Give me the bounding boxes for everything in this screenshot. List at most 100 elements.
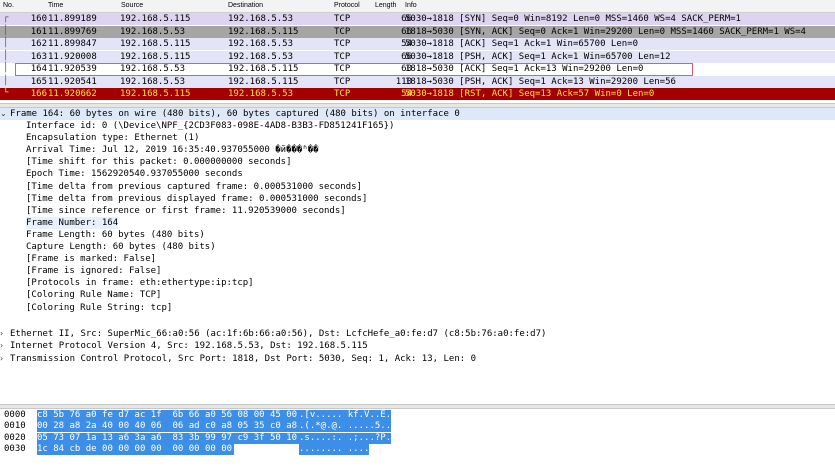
hex-ascii: .[v..... kf.V..E.	[299, 410, 392, 421]
packet-protocol: TCP	[334, 39, 351, 49]
detail-field[interactable]: [Time shift for this packet: 0.000000000…	[26, 156, 292, 168]
packet-source: 192.168.5.53	[120, 26, 186, 37]
collapse-arrow-icon[interactable]: ⌄	[0, 108, 10, 120]
packet-protocol: TCP	[334, 14, 351, 24]
hex-row[interactable]: 0030 1c 84 cb de 00 00 00 00 00 00 00 00.…	[0, 443, 835, 455]
packet-no: 163	[30, 51, 47, 62]
packet-info: 5030→1818 [SYN] Seq=0 Win=8192 Len=0 MSS…	[405, 14, 741, 24]
frame-summary: Frame 164: 60 bytes on wire (480 bits), …	[10, 109, 460, 119]
packet-time: 11.899189	[48, 14, 97, 24]
detail-field[interactable]: Encapsulation type: Ethernet (1)	[26, 132, 199, 144]
packet-source: 192.168.5.115	[120, 14, 191, 24]
packet-info: 5030→1818 [RST, ACK] Seq=13 Ack=57 Win=0…	[405, 89, 655, 99]
hex-ascii: .(.*@.@. .....5..	[299, 421, 392, 433]
packet-time: 11.920541	[48, 76, 97, 87]
protocol-label: Internet Protocol Version 4, Src: 192.16…	[10, 341, 368, 352]
conversation-bracket-icon: │	[3, 75, 9, 86]
protocol-label: Ethernet II, Src: SuperMic_66:a0:56 (ac:…	[10, 329, 547, 339]
detail-field[interactable]: [Coloring Rule Name: TCP]	[26, 289, 161, 301]
expand-arrow-icon[interactable]: ›	[0, 353, 10, 365]
pane-splitter[interactable]	[0, 404, 835, 409]
packet-row[interactable]: 163 11.920008 192.168.5.115 192.168.5.53 TCP…	[0, 50, 835, 63]
conversation-bracket-icon: │	[3, 38, 9, 48]
selected-row-outline	[15, 63, 693, 76]
packet-protocol: TCP	[334, 26, 351, 37]
packet-row[interactable]: 161 11.899769 192.168.5.53 192.168.5.115 TCP…	[0, 25, 835, 38]
packet-destination: 192.168.5.115	[228, 26, 299, 37]
packet-no: 160	[30, 14, 47, 24]
hex-bytes: c8 5b 76 a0 fe d7 ac 1f 6b 66 a0 56 08 0…	[37, 410, 300, 421]
packet-source: 192.168.5.115	[120, 89, 191, 99]
packet-info: 1818→5030 [SYN, ACK] Seq=0 Ack=1 Win=292…	[405, 26, 806, 37]
packet-destination: 192.168.5.53	[228, 14, 294, 24]
protocol-tree-item[interactable]: › Transmission Control Protocol, Src Port…	[0, 353, 476, 365]
col-protocol[interactable]: Protocol	[334, 2, 360, 9]
hex-offset: 0020	[4, 432, 26, 443]
col-no[interactable]: No.	[3, 2, 14, 9]
hex-bytes: 05 73 07 1a 13 a6 3a a6 83 3b 99 97 c9 3…	[37, 432, 300, 444]
protocol-tree-item[interactable]: › Internet Protocol Version 4, Src: 192.1…	[0, 340, 368, 352]
detail-field[interactable]: [Frame is marked: False]	[26, 253, 156, 265]
packet-list-header: No. Time Source Destination Protocol Len…	[0, 0, 835, 13]
packet-no: 161	[30, 26, 47, 37]
hex-offset: 0010	[4, 421, 26, 432]
col-source[interactable]: Source	[121, 2, 143, 9]
packet-source: 192.168.5.115	[120, 51, 191, 62]
packet-time: 11.920662	[48, 89, 97, 99]
packet-row[interactable]: 166 11.920662 192.168.5.115 192.168.5.53 TCP…	[0, 88, 835, 100]
hex-row[interactable]: 0010 00 28 a8 2a 40 00 40 06 06 ad c0 a8 …	[0, 421, 835, 433]
packet-protocol: TCP	[334, 89, 351, 99]
detail-field[interactable]: Arrival Time: Jul 12, 2019 16:35:40.9370…	[26, 144, 319, 156]
packet-destination: 192.168.5.53	[228, 39, 294, 49]
conversation-bracket-icon: └	[3, 88, 9, 98]
packet-info: 5030→1818 [PSH, ACK] Seq=1 Ack=1 Win=657…	[405, 51, 671, 62]
col-time[interactable]: Time	[48, 2, 63, 9]
conversation-bracket-icon: │	[3, 25, 9, 36]
conversation-bracket-icon: ┌	[3, 13, 9, 23]
detail-field[interactable]: Epoch Time: 1562920540.937055000 seconds	[26, 168, 243, 180]
packet-source: 192.168.5.115	[120, 39, 191, 49]
packet-time: 11.920008	[48, 51, 97, 62]
col-length[interactable]: Length	[375, 2, 396, 9]
hex-ascii: ........ ....	[299, 443, 370, 455]
detail-field[interactable]: [Time delta from previous displayed fram…	[26, 193, 367, 205]
packet-time: 11.899847	[48, 39, 97, 49]
packet-no: 165	[30, 76, 47, 87]
packet-no: 162	[30, 39, 47, 49]
packet-row[interactable]: 165 11.920541 192.168.5.53 192.168.5.115 TCP…	[0, 75, 835, 88]
detail-field[interactable]: Capture Length: 60 bytes (480 bits)	[26, 241, 216, 253]
packet-info: 1818→5030 [PSH, ACK] Seq=1 Ack=13 Win=29…	[405, 76, 676, 87]
packet-destination: 192.168.5.115	[228, 76, 299, 87]
detail-field[interactable]: [Protocols in frame: eth:ethertype:ip:tc…	[26, 277, 254, 289]
expand-arrow-icon[interactable]: ›	[0, 328, 10, 340]
hex-offset: 0000	[4, 410, 26, 420]
detail-field[interactable]: [Time since reference or first frame: 11…	[26, 205, 346, 217]
hex-row[interactable]: 0020 05 73 07 1a 13 a6 3a a6 83 3b 99 97 …	[0, 432, 835, 444]
hex-bytes: 1c 84 cb de 00 00 00 00 00 00 00 00	[37, 443, 235, 455]
col-destination[interactable]: Destination	[228, 2, 263, 9]
protocol-tree-item[interactable]: › Ethernet II, Src: SuperMic_66:a0:56 (ac…	[0, 328, 546, 340]
detail-field[interactable]: Frame Number: 164	[26, 216, 119, 229]
packet-destination: 192.168.5.53	[228, 51, 294, 62]
frame-tree-item[interactable]: ⌄ Frame 164: 60 bytes on wire (480 bits),…	[0, 108, 835, 120]
packet-source: 192.168.5.53	[120, 76, 186, 87]
packet-row[interactable]: 160 11.899189 192.168.5.115 192.168.5.53 TCP…	[0, 13, 835, 25]
packet-protocol: TCP	[334, 51, 351, 62]
hex-offset: 0030	[4, 443, 26, 454]
hex-ascii: .s....:. .;...?P.	[299, 432, 392, 444]
packet-no: 166	[30, 89, 47, 99]
detail-field[interactable]: [Coloring Rule String: tcp]	[26, 302, 172, 314]
packet-row[interactable]: 162 11.899847 192.168.5.115 192.168.5.53 TCP…	[0, 38, 835, 50]
protocol-label: Transmission Control Protocol, Src Port:…	[10, 353, 476, 364]
hex-row[interactable]: 0000 c8 5b 76 a0 fe d7 ac 1f 6b 66 a0 56 …	[0, 410, 835, 421]
expand-arrow-icon[interactable]: ›	[0, 340, 10, 352]
packet-protocol: TCP	[334, 76, 351, 87]
detail-field[interactable]: Frame Length: 60 bytes (480 bits)	[26, 229, 205, 241]
packet-destination: 192.168.5.53	[228, 89, 294, 99]
col-info[interactable]: Info	[405, 2, 417, 9]
detail-field[interactable]: Interface id: 0 (\Device\NPF_{2CD3F083-0…	[26, 120, 394, 132]
detail-field[interactable]: [Time delta from previous captured frame…	[26, 181, 362, 193]
conversation-bracket-icon: │	[3, 50, 9, 61]
conversation-bracket-icon: │	[3, 63, 9, 73]
detail-field[interactable]: [Frame is ignored: False]	[26, 265, 161, 277]
